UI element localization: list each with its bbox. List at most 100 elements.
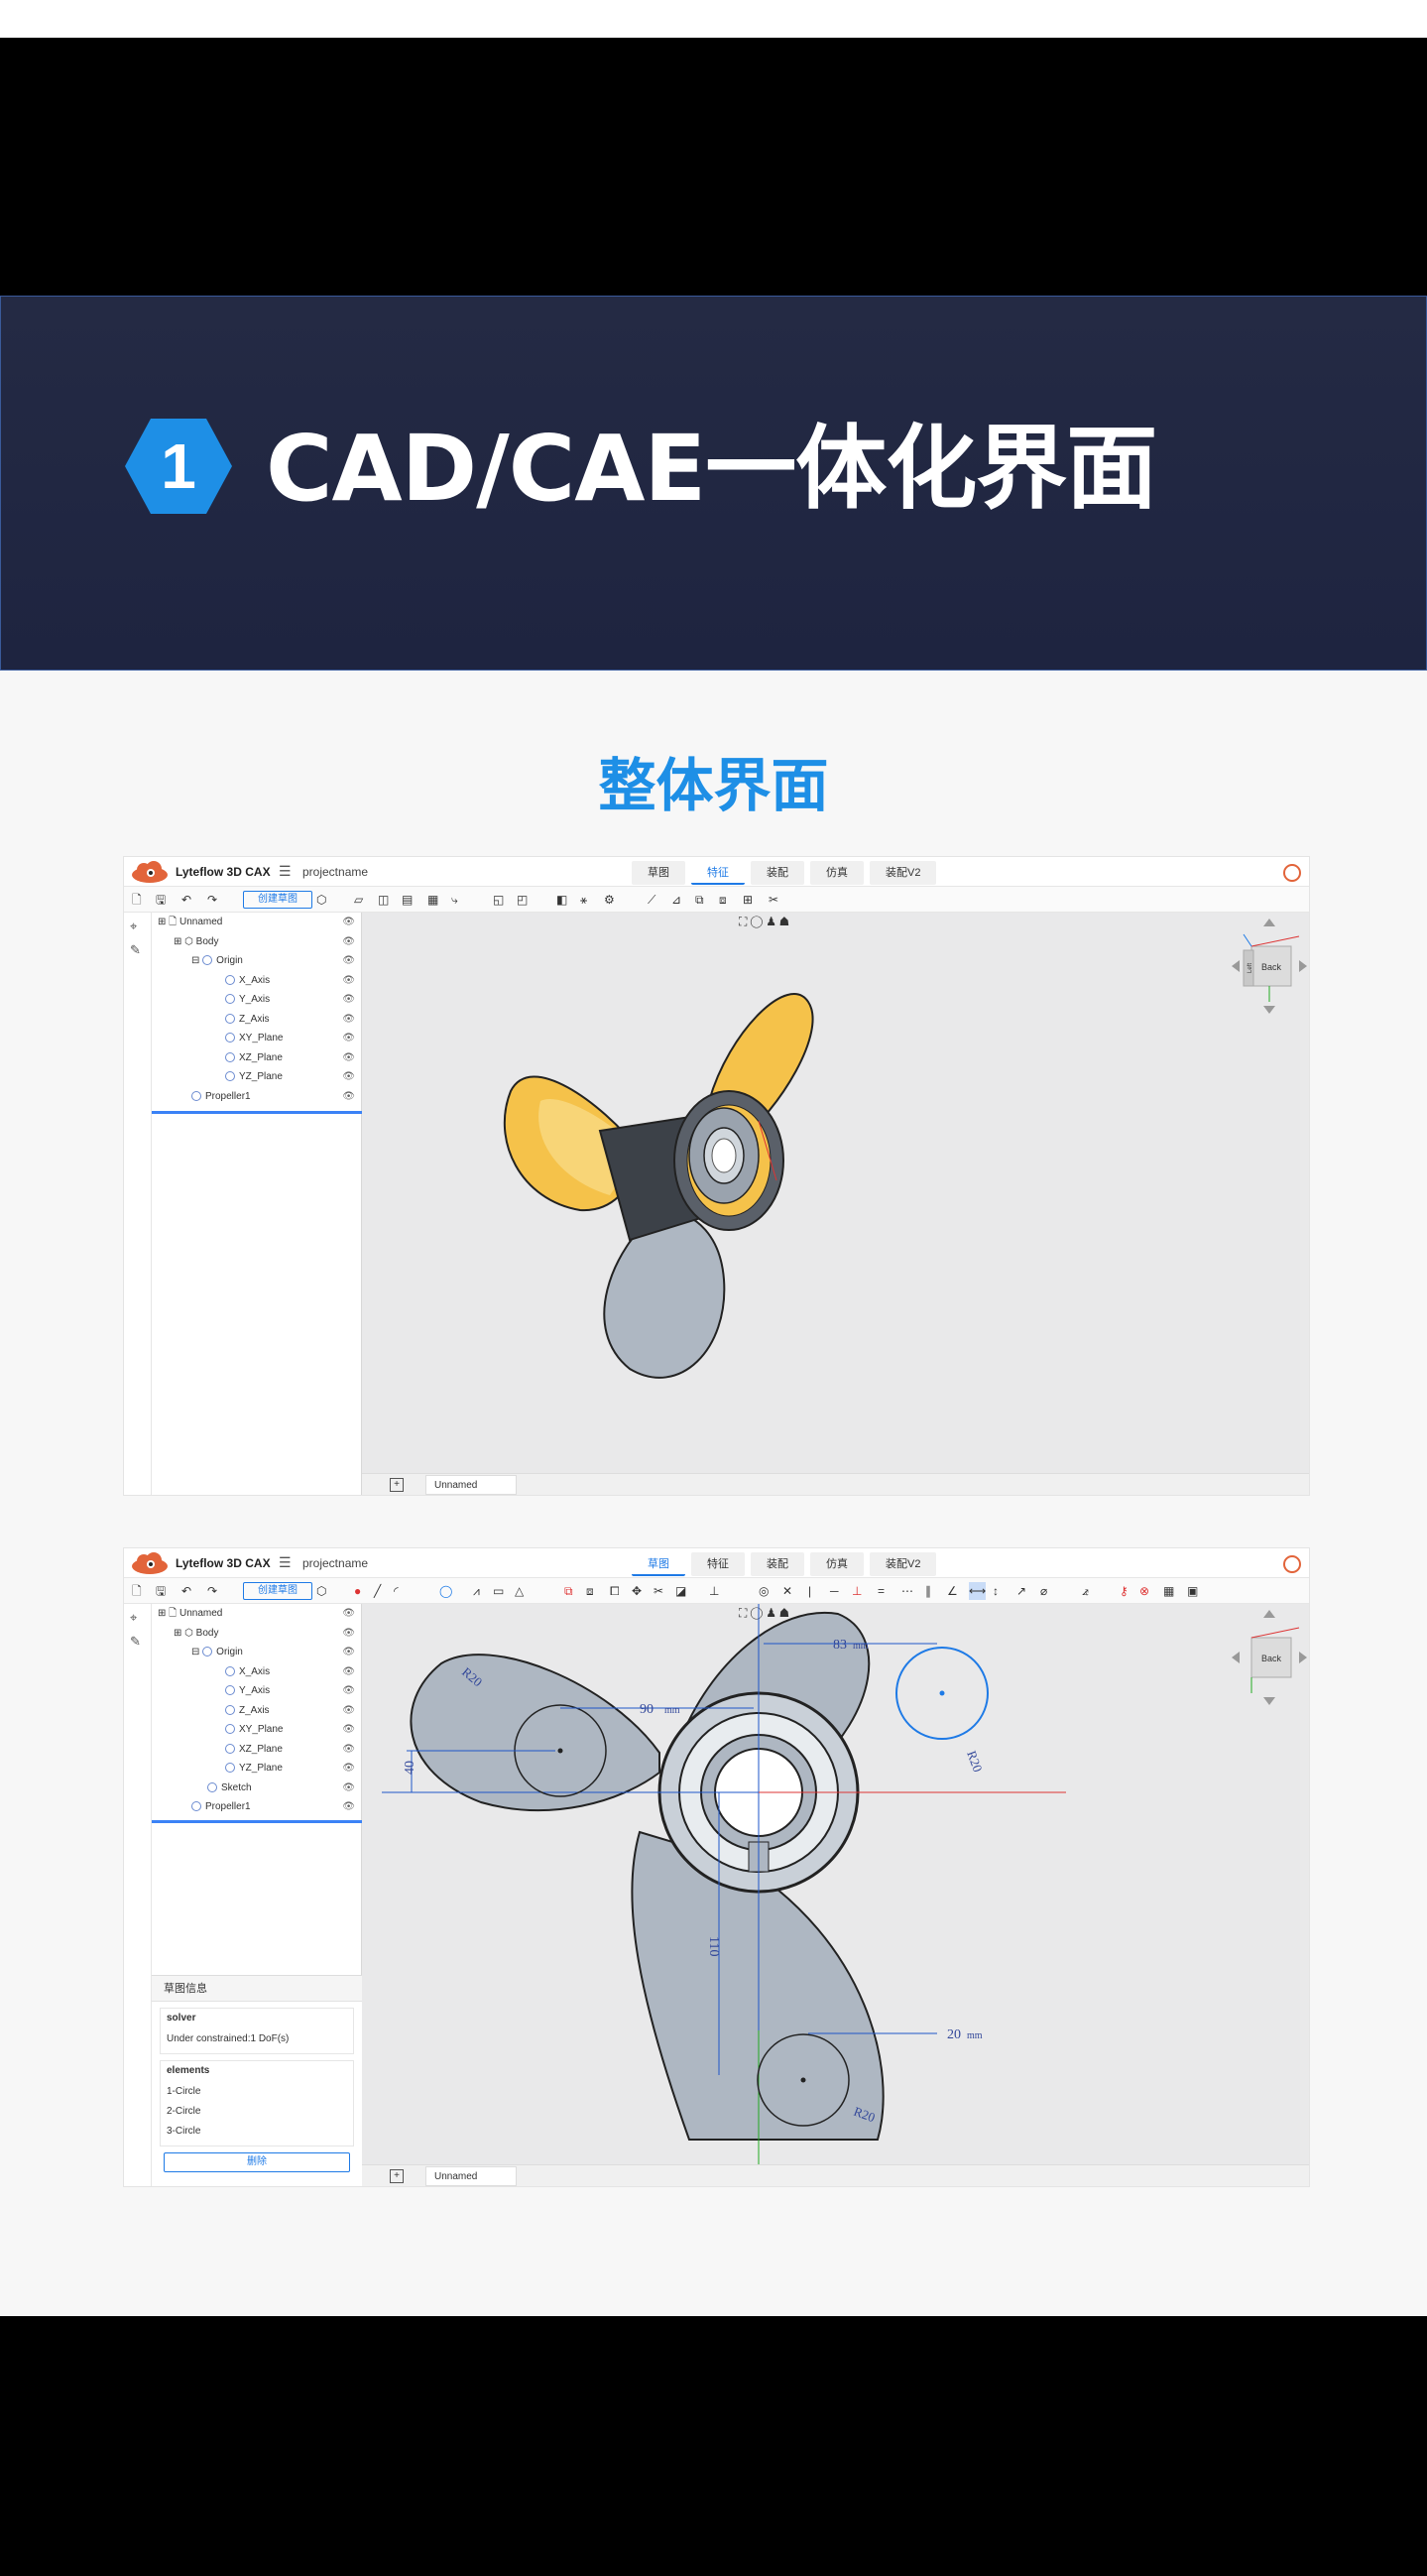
- tree-item[interactable]: XY_Plane 👁: [152, 1029, 361, 1048]
- tree-item[interactable]: XZ_Plane 👁: [152, 1048, 361, 1068]
- tree-item[interactable]: YZ_Plane 👁: [152, 1067, 361, 1087]
- draft-icon[interactable]: ⊿: [671, 891, 681, 909]
- grid-icon[interactable]: ▦: [1163, 1582, 1174, 1600]
- tab-feature[interactable]: 特征: [691, 861, 745, 885]
- save-icon[interactable]: 🖫: [156, 891, 166, 909]
- tree-item[interactable]: Z_Axis 👁: [152, 1701, 361, 1721]
- tab-feature[interactable]: 特征: [691, 1552, 745, 1576]
- tree-item[interactable]: ⊞ ⬡ Body 👁: [152, 932, 361, 952]
- undo-icon[interactable]: ↶: [181, 1582, 191, 1600]
- intersect-icon[interactable]: ✕: [782, 1582, 792, 1600]
- tree-item[interactable]: Propeller1 👁: [152, 1797, 361, 1817]
- fix-icon[interactable]: ⊥: [709, 1582, 719, 1600]
- circle-icon[interactable]: ◯: [439, 1582, 452, 1600]
- tree-item[interactable]: Y_Axis 👁: [152, 1681, 361, 1701]
- 3d-viewport[interactable]: ⛶ ◯ ♟ ☗ Back Left: [362, 913, 1309, 1495]
- tree-item[interactable]: ⊞ 🗋 Unnamed 👁: [152, 913, 361, 932]
- tree-item[interactable]: X_Axis 👁: [152, 971, 361, 991]
- trim-icon[interactable]: ⧉: [564, 1582, 573, 1600]
- project-icon[interactable]: ◪: [675, 1582, 686, 1600]
- arc-icon[interactable]: ◜: [394, 1582, 399, 1600]
- sketch-viewport[interactable]: ⛶ ◯ ♟ ☗ 90 mm 83 mm 40 110 20 mm R20 R20…: [362, 1604, 1309, 2186]
- tree-item[interactable]: XY_Plane 👁: [152, 1720, 361, 1740]
- angle-dim-icon[interactable]: ⦨: [1082, 1582, 1089, 1600]
- project-name[interactable]: projectname: [302, 865, 368, 879]
- hierarchy-icon[interactable]: ⌖: [130, 919, 146, 934]
- new-file-icon[interactable]: 🗋: [132, 1582, 142, 1600]
- menu-icon[interactable]: ☰: [279, 1554, 292, 1571]
- move-icon[interactable]: ✥: [632, 1582, 642, 1600]
- extend-icon[interactable]: ⧈: [586, 1582, 594, 1600]
- tree-item[interactable]: ⊞ ⬡ Body 👁: [152, 1624, 361, 1644]
- tab-simulation[interactable]: 仿真: [810, 1552, 864, 1576]
- construction-icon[interactable]: ◎: [759, 1582, 769, 1600]
- view-cube-icon[interactable]: Back Left: [1230, 917, 1309, 1016]
- diameter-dim-icon[interactable]: ⌀: [1040, 1582, 1047, 1600]
- new-file-icon[interactable]: 🗋: [132, 891, 142, 909]
- cut-icon[interactable]: ✂: [769, 891, 778, 909]
- measure-icon[interactable]: ⟋: [648, 891, 655, 909]
- add-tab-icon[interactable]: +: [390, 2169, 404, 2183]
- menu-icon[interactable]: ☰: [279, 863, 292, 880]
- element-item[interactable]: 1-Circle: [167, 2082, 347, 2102]
- notes-icon[interactable]: ✎: [130, 1634, 146, 1650]
- add-tab-icon[interactable]: +: [390, 1478, 404, 1492]
- tab-assembly[interactable]: 装配: [751, 1552, 804, 1576]
- boolean-cut-icon[interactable]: ⧈: [719, 891, 727, 909]
- equal-icon[interactable]: =: [878, 1582, 885, 1600]
- tab-assembly-v2[interactable]: 装配V2: [870, 861, 937, 885]
- tree-item[interactable]: ⊞ 🗋 Unnamed 👁: [152, 1604, 361, 1624]
- tree-item[interactable]: ⊟ Origin 👁: [152, 951, 361, 971]
- pattern-icon[interactable]: ⚹: [580, 891, 587, 909]
- vertical-icon[interactable]: |: [808, 1582, 811, 1600]
- vertical-dim-icon[interactable]: ↕: [993, 1582, 999, 1600]
- tab-sketch[interactable]: 草图: [632, 861, 685, 885]
- extrude-icon[interactable]: ▱: [354, 891, 363, 909]
- point-icon[interactable]: ●: [354, 1582, 361, 1600]
- tree-item[interactable]: X_Axis 👁: [152, 1662, 361, 1682]
- delete-button[interactable]: 删除: [164, 2152, 350, 2172]
- polyline-icon[interactable]: ⩘: [473, 1582, 480, 1600]
- horizontal-icon[interactable]: ─: [830, 1582, 839, 1600]
- element-item[interactable]: 3-Circle: [167, 2122, 347, 2142]
- tree-item[interactable]: Sketch 👁: [152, 1779, 361, 1798]
- loft-icon[interactable]: ▦: [427, 891, 438, 909]
- redo-icon[interactable]: ↷: [207, 891, 217, 909]
- midpoint-icon[interactable]: ⋯: [901, 1582, 913, 1600]
- tree-item[interactable]: ⊟ Origin 👁: [152, 1643, 361, 1662]
- tab-simulation[interactable]: 仿真: [810, 861, 864, 885]
- boolean-intersect-icon[interactable]: ⊞: [743, 891, 753, 909]
- boolean-union-icon[interactable]: ⧉: [695, 891, 704, 909]
- create-sketch-button[interactable]: 创建草图: [243, 1582, 312, 1600]
- undo-icon[interactable]: ↶: [181, 891, 191, 909]
- cube-icon[interactable]: ⬡: [316, 891, 326, 909]
- close-sketch-icon[interactable]: ▣: [1187, 1582, 1198, 1600]
- path-icon[interactable]: ⤷: [451, 891, 458, 909]
- sweep-icon[interactable]: ▤: [402, 891, 413, 909]
- tab-assembly-v2[interactable]: 装配V2: [870, 1552, 937, 1576]
- tab-sketch[interactable]: 草图: [632, 1552, 685, 1576]
- tree-item[interactable]: Propeller1 👁: [152, 1087, 361, 1107]
- notes-icon[interactable]: ✎: [130, 942, 146, 958]
- parallel-icon[interactable]: ∥: [925, 1582, 931, 1600]
- tab-assembly[interactable]: 装配: [751, 861, 804, 885]
- scissors-icon[interactable]: ✂: [654, 1582, 663, 1600]
- perpendicular-icon[interactable]: ⊥: [852, 1582, 862, 1600]
- create-sketch-button[interactable]: 创建草图: [243, 891, 312, 909]
- save-icon[interactable]: 🖫: [156, 1582, 166, 1600]
- document-tab[interactable]: Unnamed: [425, 2166, 517, 2186]
- delete-constraint-icon[interactable]: ⊗: [1139, 1582, 1149, 1600]
- redo-icon[interactable]: ↷: [207, 1582, 217, 1600]
- tree-item[interactable]: XZ_Plane 👁: [152, 1740, 361, 1760]
- document-tab[interactable]: Unnamed: [425, 1475, 517, 1495]
- fillet-icon[interactable]: ◱: [493, 891, 504, 909]
- element-item[interactable]: 2-Circle: [167, 2102, 347, 2122]
- tree-item[interactable]: Z_Axis 👁: [152, 1010, 361, 1030]
- user-icon[interactable]: [1283, 864, 1301, 882]
- offset-icon[interactable]: ⧠: [610, 1582, 620, 1600]
- revolve-icon[interactable]: ◫: [378, 891, 389, 909]
- constraint-icon[interactable]: ⚷: [1120, 1582, 1129, 1600]
- hierarchy-icon[interactable]: ⌖: [130, 1610, 146, 1626]
- user-icon[interactable]: [1283, 1555, 1301, 1573]
- horizontal-dim-icon[interactable]: ⟷: [969, 1582, 987, 1600]
